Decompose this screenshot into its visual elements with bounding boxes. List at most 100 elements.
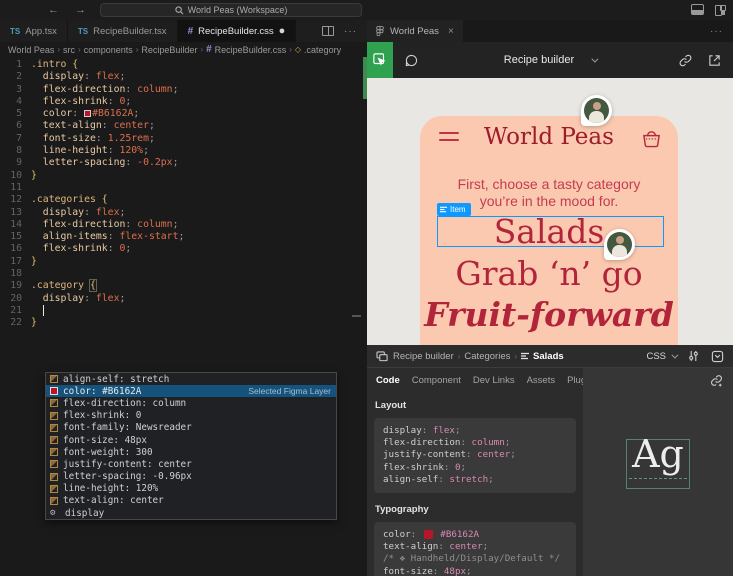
suggest-item[interactable]: ⚙display xyxy=(46,507,336,519)
chevron-down-icon xyxy=(592,56,599,63)
line-number: 9 xyxy=(0,157,22,169)
tab-world-peas[interactable]: World Peas × xyxy=(367,20,463,42)
tab-recipebuilder.css[interactable]: #RecipeBuilder.css● xyxy=(178,20,297,42)
avatar xyxy=(584,98,609,123)
inspector-breadcrumb-item[interactable]: Salads xyxy=(521,351,564,362)
add-dev-link-icon[interactable] xyxy=(710,374,723,387)
inspector-breadcrumb-item[interactable]: Categories xyxy=(464,351,510,362)
code-line[interactable]: 5 color: #B6162A; xyxy=(0,108,367,120)
breadcrumb-item[interactable]: src xyxy=(63,45,75,55)
code-editor[interactable]: 1.intro {2 display: flex;3 flex-directio… xyxy=(0,57,367,576)
design-canvas[interactable]: World Peas First, choose a tasty categor… xyxy=(367,78,733,345)
breadcrumb-item[interactable]: World Peas xyxy=(8,45,54,55)
breadcrumb-item[interactable]: RecipeBuilder xyxy=(141,45,197,55)
chevron-down-icon xyxy=(671,351,678,358)
close-icon[interactable]: × xyxy=(448,26,454,37)
code-line[interactable]: 16 flex-shrink: 0; xyxy=(0,243,367,255)
code-line[interactable]: 6 text-align: center; xyxy=(0,120,367,132)
code-line[interactable]: 3 flex-direction: column; xyxy=(0,84,367,96)
comment-pin-avatar[interactable] xyxy=(604,229,635,260)
suggest-item[interactable]: text-align: center xyxy=(46,495,336,507)
breadcrumb-item[interactable]: components xyxy=(84,45,133,55)
code-line[interactable]: 9 letter-spacing: -0.2px; xyxy=(0,157,367,169)
css-code-box[interactable]: display: flex;flex-direction: column;jus… xyxy=(374,418,576,493)
language-dropdown[interactable]: CSS xyxy=(646,351,676,362)
modified-dot-icon[interactable]: ● xyxy=(279,26,286,37)
split-editor-icon[interactable] xyxy=(322,26,334,36)
figma-item-badge[interactable]: Item xyxy=(437,203,471,216)
nav-back-icon[interactable]: ← xyxy=(48,4,59,16)
category-fruit-forward[interactable]: Fruit-forward xyxy=(420,297,678,333)
code-line[interactable]: 18 xyxy=(0,268,367,280)
suggest-item[interactable]: align-self: stretch xyxy=(46,373,336,385)
comment-pin-avatar[interactable] xyxy=(581,95,612,126)
breadcrumb[interactable]: World Peas›src›components›RecipeBuilder›… xyxy=(0,42,367,57)
code-line[interactable]: 11 xyxy=(0,182,367,194)
suggest-item[interactable]: font-weight: 300 xyxy=(46,446,336,458)
code-line[interactable]: 17} xyxy=(0,256,367,268)
code-line[interactable]: 2 display: flex; xyxy=(0,71,367,83)
settings-sliders-icon[interactable] xyxy=(688,350,699,362)
inspector-tab-assets[interactable]: Assets xyxy=(527,375,556,386)
code-line[interactable]: 8 line-height: 120%; xyxy=(0,145,367,157)
figma-property-icon xyxy=(50,412,58,420)
css-code-box[interactable]: color: #B6162Atext-align: center;/* ❖ Ha… xyxy=(374,522,576,576)
code-inspect-area[interactable]: Layoutdisplay: flex;flex-direction: colu… xyxy=(367,392,583,576)
category-grab-n-go[interactable]: Grab ‘n’ go xyxy=(420,256,678,292)
code-line[interactable]: 15 align-items: flex-start; xyxy=(0,231,367,243)
font-specimen-box: Ag xyxy=(626,439,690,489)
toggle-panel-icon[interactable] xyxy=(691,4,704,15)
inspector-tab-component[interactable]: Component xyxy=(412,375,461,386)
code-line[interactable]: 12.categories { xyxy=(0,194,367,206)
nav-forward-icon[interactable]: → xyxy=(75,4,86,16)
code-line[interactable]: 21 xyxy=(0,305,367,317)
avatar xyxy=(607,232,632,257)
code-line[interactable]: 22} xyxy=(0,317,367,329)
suggest-item[interactable]: flex-shrink: 0 xyxy=(46,410,336,422)
suggest-item[interactable]: justify-content: center xyxy=(46,458,336,470)
code-line[interactable]: 7 font-size: 1.25rem; xyxy=(0,133,367,145)
line-number: 18 xyxy=(0,268,22,280)
breadcrumb-item[interactable]: RecipeBuilder.css xyxy=(215,45,287,55)
inspector-tab-code[interactable]: Code xyxy=(376,375,400,386)
tab-app.tsx[interactable]: TSApp.tsx xyxy=(0,20,68,42)
suggest-item[interactable]: font-size: 48px xyxy=(46,434,336,446)
command-center-search[interactable]: World Peas (Workspace) xyxy=(100,3,362,17)
suggest-item[interactable]: color: #B6162ASelected Figma Layer xyxy=(46,385,336,397)
more-actions-icon[interactable]: ··· xyxy=(710,26,733,37)
frame-title-dropdown[interactable]: Recipe builder xyxy=(367,54,733,66)
language-label: CSS xyxy=(646,351,666,362)
inspector-tab-dev-links[interactable]: Dev Links xyxy=(473,375,515,386)
inspector-breadcrumb-item[interactable]: Recipe builder xyxy=(393,351,454,362)
code-line[interactable]: 13 display: flex; xyxy=(0,207,367,219)
library-book-icon[interactable] xyxy=(711,350,724,363)
figma-property-icon xyxy=(50,436,58,444)
code-line[interactable]: 10} xyxy=(0,170,367,182)
frames-icon[interactable] xyxy=(376,351,389,362)
breadcrumb-item[interactable]: .category xyxy=(304,45,341,55)
suggest-item[interactable]: flex-direction: column xyxy=(46,397,336,409)
figma-property-icon xyxy=(50,424,58,432)
inspector-breadcrumb: Recipe builder›Categories›Salads CSS xyxy=(367,345,733,368)
code-line[interactable]: 14 flex-direction: column; xyxy=(0,219,367,231)
figma-property-icon xyxy=(50,375,58,383)
mobile-frame[interactable]: World Peas First, choose a tasty categor… xyxy=(420,116,678,345)
editor-more-actions-icon[interactable]: ··· xyxy=(344,26,357,37)
scrollbar-mark[interactable] xyxy=(352,315,361,317)
ts-file-icon: TS xyxy=(78,27,88,36)
suggest-item[interactable]: font-family: Newsreader xyxy=(46,422,336,434)
tab-recipebuilder.tsx[interactable]: TSRecipeBuilder.tsx xyxy=(68,20,178,42)
line-number: 10 xyxy=(0,170,22,182)
customize-layout-icon[interactable] xyxy=(714,4,727,15)
suggest-item[interactable]: line-height: 120% xyxy=(46,483,336,495)
figma-property-icon xyxy=(50,473,58,481)
code-line[interactable]: 19.category { xyxy=(0,280,367,292)
code-line[interactable]: 4 flex-shrink: 0; xyxy=(0,96,367,108)
code-line[interactable]: 20 display: flex; xyxy=(0,293,367,305)
suggest-item[interactable]: letter-spacing: -0.96px xyxy=(46,471,336,483)
color-swatch xyxy=(50,387,58,395)
app-title: World Peas xyxy=(420,124,678,150)
line-number: 21 xyxy=(0,305,22,317)
code-line[interactable]: 1.intro { xyxy=(0,59,367,71)
basket-icon[interactable] xyxy=(641,128,662,148)
